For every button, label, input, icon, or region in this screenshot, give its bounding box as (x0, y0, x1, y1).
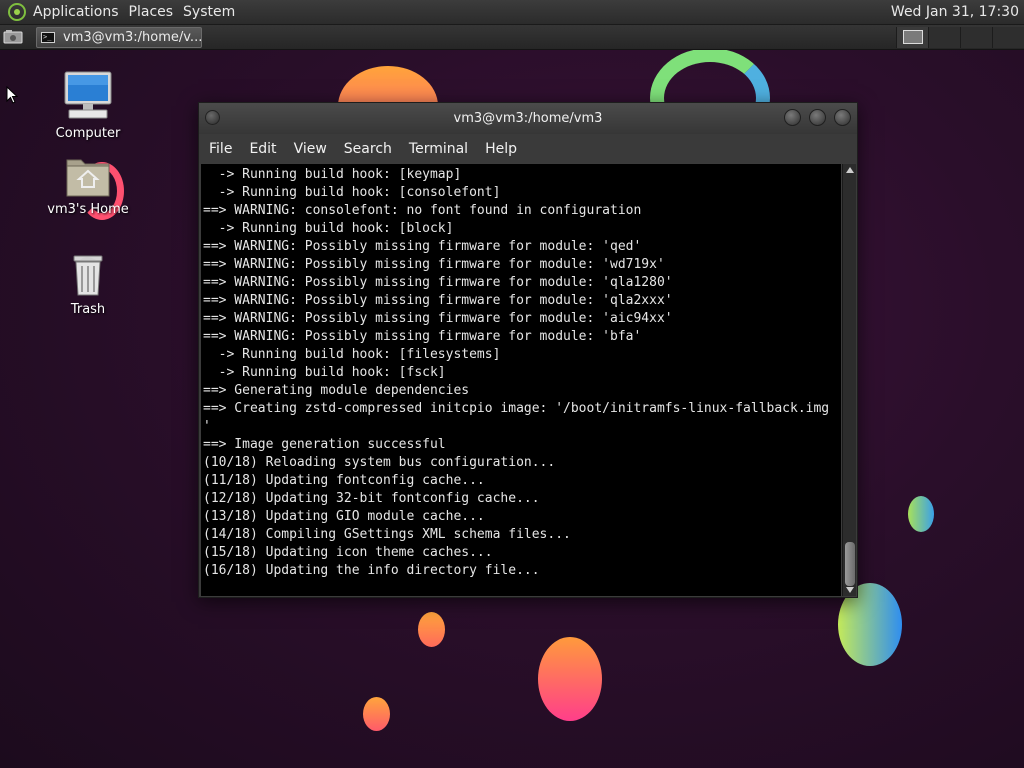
show-desktop-icon[interactable] (2, 28, 24, 46)
system-menu[interactable]: System (182, 4, 244, 20)
menu-view[interactable]: View (287, 141, 334, 157)
terminal-line: ==> WARNING: consolefont: no font found … (203, 203, 642, 218)
terminal-line: ==> WARNING: Possibly missing firmware f… (203, 239, 642, 254)
workspace-4[interactable] (992, 26, 1024, 48)
terminal-line: -> Running build hook: [filesystems] (203, 347, 501, 362)
menu-help[interactable]: Help (478, 141, 524, 157)
home-folder-icon (65, 154, 111, 198)
task-bar: >_ vm3@vm3:/home/v... (0, 25, 1024, 50)
wallpaper-bubble (418, 612, 445, 647)
terminal-scrollbar[interactable] (842, 164, 856, 596)
desktop-icon-computer[interactable]: Computer (40, 70, 136, 141)
menu-file[interactable]: File (202, 141, 239, 157)
desktop-icon-label: Computer (55, 126, 121, 141)
terminal-line: ==> Image generation successful (203, 437, 446, 452)
menu-edit[interactable]: Edit (242, 141, 283, 157)
terminal-line: -> Running build hook: [consolefont] (203, 185, 501, 200)
scroll-up-arrow-icon[interactable] (845, 167, 854, 173)
window-titlebar[interactable]: vm3@vm3:/home/vm3 (199, 103, 857, 134)
close-button[interactable] (834, 109, 851, 126)
workspace-switcher (896, 26, 1024, 48)
distro-logo-icon[interactable] (8, 3, 26, 21)
terminal-line: ==> WARNING: Possibly missing firmware f… (203, 257, 665, 272)
terminal-icon: >_ (41, 31, 55, 43)
desktop-icon-trash[interactable]: Trash (40, 252, 136, 317)
terminal-line: (15/18) Updating icon theme caches... (203, 545, 493, 560)
minimize-button[interactable] (784, 109, 801, 126)
computer-icon (63, 70, 113, 122)
window-title: vm3@vm3:/home/vm3 (453, 111, 603, 126)
terminal-line: (16/18) Updating the info directory file… (203, 563, 540, 578)
taskbar-terminal-button[interactable]: >_ vm3@vm3:/home/v... (36, 26, 202, 48)
taskbar-window-label: vm3@vm3:/home/v... (63, 29, 202, 45)
wallpaper-bubble (538, 637, 602, 721)
desktop-icon-home[interactable]: vm3's Home (40, 154, 136, 217)
menu-terminal[interactable]: Terminal (402, 141, 475, 157)
wallpaper-bubble (908, 496, 934, 532)
places-menu[interactable]: Places (128, 4, 183, 20)
window-menu-button[interactable] (205, 110, 220, 125)
terminal-line: (14/18) Compiling GSettings XML schema f… (203, 527, 571, 542)
terminal-line: ==> Generating module dependencies (203, 383, 470, 398)
applications-menu[interactable]: Applications (32, 4, 128, 20)
maximize-button[interactable] (809, 109, 826, 126)
terminal-line: -> Running build hook: [keymap] (203, 167, 462, 182)
scroll-down-arrow-icon[interactable] (846, 587, 854, 593)
desktop-icon-label: vm3's Home (47, 202, 129, 217)
terminal-line: (10/18) Reloading system bus configurati… (203, 455, 556, 470)
workspace-1[interactable] (896, 26, 928, 48)
terminal-window: vm3@vm3:/home/vm3 File Edit View Search … (198, 102, 858, 598)
wallpaper-bubble (363, 697, 390, 731)
workspace-3[interactable] (960, 26, 992, 48)
terminal-output[interactable]: -> Running build hook: [keymap] -> Runni… (201, 164, 841, 596)
terminal-menubar: File Edit View Search Terminal Help (199, 134, 857, 163)
desktop-icon-label: Trash (70, 302, 106, 317)
terminal-line: -> Running build hook: [fsck] (203, 365, 446, 380)
terminal-line: ==> WARNING: Possibly missing firmware f… (203, 275, 673, 290)
mouse-pointer-icon (6, 85, 19, 108)
terminal-line: (11/18) Updating fontconfig cache... (203, 473, 485, 488)
terminal-line: (13/18) Updating GIO module cache... (203, 509, 485, 524)
terminal-line: ==> WARNING: Possibly missing firmware f… (203, 329, 642, 344)
top-panel: Applications Places System Wed Jan 31, 1… (0, 0, 1024, 25)
scrollbar-thumb[interactable] (845, 542, 855, 586)
terminal-line: -> Running build hook: [block] (203, 221, 454, 236)
menu-search[interactable]: Search (337, 141, 399, 157)
terminal-line: (12/18) Updating 32-bit fontconfig cache… (203, 491, 540, 506)
trash-icon (68, 252, 108, 298)
terminal-line: ==> WARNING: Possibly missing firmware f… (203, 293, 673, 308)
terminal-line: ==> Creating zstd-compressed initcpio im… (203, 401, 830, 416)
clock[interactable]: Wed Jan 31, 17:30 (891, 4, 1024, 20)
terminal-line: ' (203, 419, 211, 434)
terminal-line: ==> WARNING: Possibly missing firmware f… (203, 311, 673, 326)
workspace-2[interactable] (928, 26, 960, 48)
window-controls (784, 109, 851, 126)
workspace-preview (902, 30, 923, 44)
